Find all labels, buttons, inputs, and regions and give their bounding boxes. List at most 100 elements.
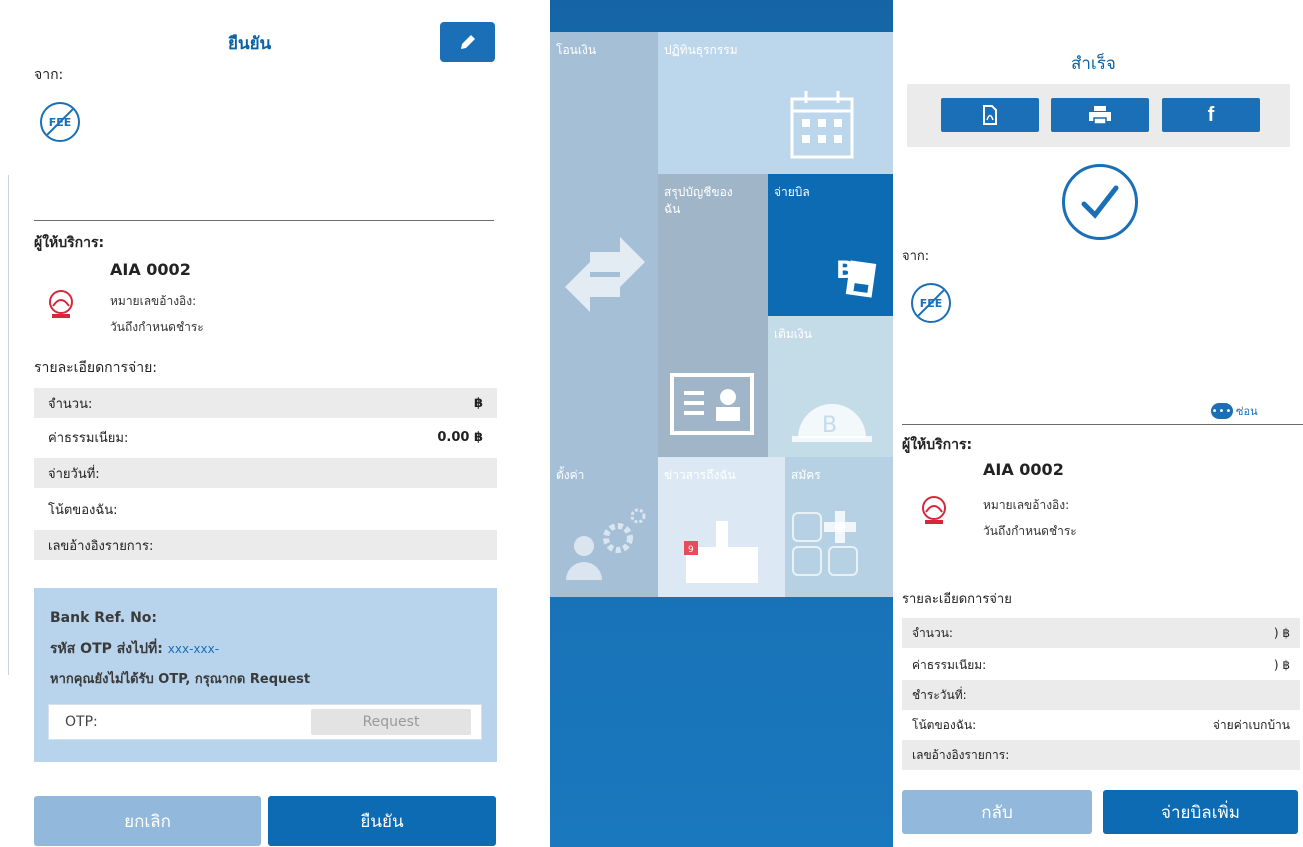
page-title: สำเร็จ <box>1071 54 1116 74</box>
transfer-arrows-icon <box>565 237 645 312</box>
page-title: ยืนยัน <box>228 34 272 54</box>
tile-label: โอนเงิน <box>556 43 597 57</box>
bill-icon: B <box>836 256 877 298</box>
print-button[interactable] <box>1051 98 1149 132</box>
print-icon <box>1089 106 1111 125</box>
main-menu: โอนเงิน ปฏิทินธุรกรรม สรุปบัญชีของฉัน จ่… <box>550 0 893 847</box>
fee-icon-text: FEE <box>919 296 943 310</box>
divider <box>902 424 1303 425</box>
facebook-icon: f <box>1207 103 1215 126</box>
svg-text:B: B <box>836 256 854 284</box>
row-label: ค่าธรรมเนียม: <box>912 657 987 672</box>
success-screen: สำเร็จ f จาก: FEE ••• ซ่อน ผู้ให้บริการ:… <box>893 0 1303 847</box>
svg-text:B: B <box>822 413 837 438</box>
divider <box>8 175 9 675</box>
hide-label: ซ่อน <box>1236 405 1258 418</box>
row-label: ค่าธรรมเนียม: <box>48 430 129 446</box>
detail-row-amount: จำนวน: ฿ <box>34 388 497 418</box>
row-label: เลขอ้างอิงรายการ: <box>912 747 1010 762</box>
provider-name: AIA 0002 <box>983 460 1064 479</box>
otp-sent-to-label: รหัส OTP ส่งไปที่: <box>50 641 163 657</box>
success-check-icon <box>1062 164 1138 240</box>
fee-icon-text: FEE <box>48 115 72 129</box>
inbox-icon: 9 <box>684 521 758 583</box>
from-label: จาก: <box>902 249 930 264</box>
provider-label: ผู้ให้บริการ: <box>34 235 105 251</box>
detail-row-note: โน้ตของฉัน: <box>34 494 497 524</box>
facebook-button[interactable]: f <box>1162 98 1260 132</box>
svg-text:9: 9 <box>688 545 694 555</box>
tile-label: จ่ายบิล <box>774 185 810 199</box>
detail-row-pay-date: จ่ายวันที่: <box>34 458 497 488</box>
row-value: 0.00 ฿ <box>437 429 483 445</box>
divider <box>34 220 494 221</box>
otp-field[interactable]: OTP: Request <box>48 704 482 740</box>
row-value: ) ฿ <box>1273 658 1290 672</box>
pdf-button[interactable] <box>941 98 1039 132</box>
no-fee-icon: FEE <box>40 102 80 142</box>
row-label: โน้ตของฉัน: <box>912 717 977 732</box>
row-value: ฿ <box>473 395 483 411</box>
otp-sent-to: รหัส OTP ส่งไปที่: xxx-xxx- <box>50 638 219 660</box>
from-label: จาก: <box>34 67 64 83</box>
confirm-screen: ยืนยัน จาก: FEE ผู้ให้บริการ: AIA 0002 ห… <box>0 0 510 847</box>
payment-details-label: รายละเอียดการจ่าย <box>902 592 1012 607</box>
reference-number-label: หมายเลขอ้างอิง: <box>983 498 1070 512</box>
confirm-button[interactable]: ยืนยัน <box>268 796 496 846</box>
tile-account-summary[interactable]: สรุปบัญชีของฉัน <box>658 174 768 457</box>
edit-button[interactable] <box>440 22 495 62</box>
topup-icon: B <box>792 404 872 442</box>
row-label: จำนวน: <box>912 625 953 640</box>
row-label: จ่ายวันที่: <box>48 466 100 482</box>
detail-row-amount: จำนวน: ) ฿ <box>902 618 1300 648</box>
detail-row-fee: ค่าธรรมเนียม: ) ฿ <box>902 650 1300 680</box>
otp-field-label: OTP: <box>65 714 98 730</box>
provider-label: ผู้ให้บริการ: <box>902 437 973 453</box>
payment-details-label: รายละเอียดการจ่าย: <box>34 360 158 376</box>
row-value: จ่ายค่าเบกบ้าน <box>1212 717 1290 732</box>
tile-label: ตั้งค่า <box>556 468 585 482</box>
tile-top-up[interactable]: เติมเงิน B <box>768 316 893 457</box>
row-label: ชำระวันที่: <box>912 687 967 702</box>
aia-logo-icon <box>49 290 73 318</box>
back-button[interactable]: กลับ <box>902 790 1092 834</box>
tile-label: สมัคร <box>791 468 821 482</box>
settings-icon <box>566 508 646 580</box>
id-card-icon <box>670 373 754 435</box>
detail-row-note: โน้ตของฉัน: จ่ายค่าเบกบ้าน <box>902 710 1300 740</box>
tile-settings[interactable]: ตั้งค่า <box>550 457 658 597</box>
request-otp-button[interactable]: Request <box>311 709 471 735</box>
tile-news[interactable]: ข่าวสารถึงฉัน 9 <box>658 457 785 597</box>
tile-label: สรุปบัญชีของฉัน <box>664 185 733 216</box>
no-fee-icon: FEE <box>911 283 951 323</box>
detail-row-pay-date: ชำระวันที่: <box>902 680 1300 710</box>
reference-number-label: หมายเลขอ้างอิง: <box>110 294 197 308</box>
pay-another-bill-button[interactable]: จ่ายบิลเพิ่ม <box>1103 790 1298 834</box>
tile-apply[interactable]: สมัคร <box>785 457 893 597</box>
provider-name: AIA 0002 <box>110 260 191 279</box>
row-label: จำนวน: <box>48 396 93 412</box>
detail-row-transaction-ref: เลขอ้างอิงรายการ: <box>34 530 497 560</box>
tile-label: ข่าวสารถึงฉัน <box>664 468 736 482</box>
pencil-icon <box>460 35 475 49</box>
tile-transfer[interactable]: โอนเงิน <box>550 32 658 457</box>
calendar-icon <box>790 91 854 159</box>
otp-destination: xxx-xxx- <box>167 642 220 656</box>
row-value: ) ฿ <box>1273 626 1290 640</box>
due-date-label: วันถึงกำหนดชำระ <box>983 524 1077 538</box>
cancel-button[interactable]: ยกเลิก <box>34 796 261 846</box>
detail-row-transaction-ref: เลขอ้างอิงรายการ: <box>902 740 1300 770</box>
tile-pay-bill[interactable]: จ่ายบิล B <box>768 174 893 316</box>
ellipsis-icon: ••• <box>1211 403 1233 419</box>
row-label: โน้ตของฉัน: <box>48 502 118 518</box>
otp-hint: หากคุณยังไม่ได้รับ OTP, กรุณากด Request <box>50 672 311 687</box>
aia-logo-icon <box>922 496 946 524</box>
apply-icon <box>792 511 858 576</box>
tile-transaction-calendar[interactable]: ปฏิทินธุรกรรม <box>658 32 893 174</box>
detail-row-fee: ค่าธรรมเนียม: 0.00 ฿ <box>34 422 497 452</box>
due-date-label: วันถึงกำหนดชำระ <box>110 320 204 334</box>
pdf-icon <box>983 105 997 125</box>
hide-details-link[interactable]: ••• ซ่อน <box>1211 402 1258 420</box>
tile-label: ปฏิทินธุรกรรม <box>664 43 738 57</box>
row-label: เลขอ้างอิงรายการ: <box>48 538 154 554</box>
